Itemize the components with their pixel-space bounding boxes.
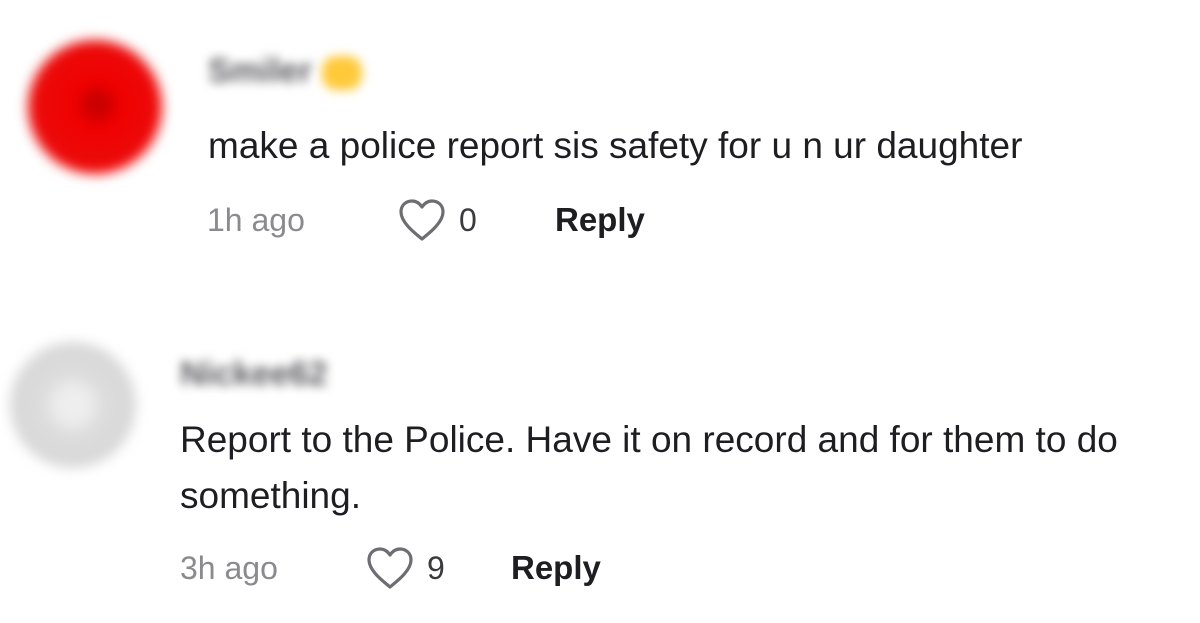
comment-text: make a police report sis safety for u n … [208, 125, 1023, 166]
timestamp: 1h ago [207, 201, 305, 238]
user-badge-icon [321, 56, 362, 91]
comment-meta: 3h ago 9 Reply [180, 546, 601, 590]
username-text: Smiler [208, 52, 312, 90]
like-button[interactable]: 0 [397, 198, 555, 242]
avatar[interactable] [28, 40, 162, 174]
comment-item: Smiler make a police report sis safety f… [0, 0, 1200, 290]
like-count: 9 [427, 549, 445, 586]
heart-outline-icon [367, 547, 413, 589]
like-count: 0 [459, 201, 477, 238]
comment-item: Nickee62 Report to the Police. Have it o… [0, 320, 1200, 620]
heart-outline-icon [399, 199, 445, 241]
username-text: Nickee62 [180, 355, 328, 393]
avatar[interactable] [10, 342, 136, 468]
username[interactable]: Smiler [208, 52, 362, 91]
reply-button[interactable]: Reply [511, 549, 601, 587]
timestamp: 3h ago [180, 549, 278, 586]
comment-meta: 1h ago 0 Reply [207, 198, 645, 242]
comment-text: Report to the Police. Have it on record … [180, 419, 1118, 516]
like-button[interactable]: 9 [365, 546, 511, 590]
reply-button[interactable]: Reply [555, 201, 645, 239]
username[interactable]: Nickee62 [180, 355, 327, 394]
